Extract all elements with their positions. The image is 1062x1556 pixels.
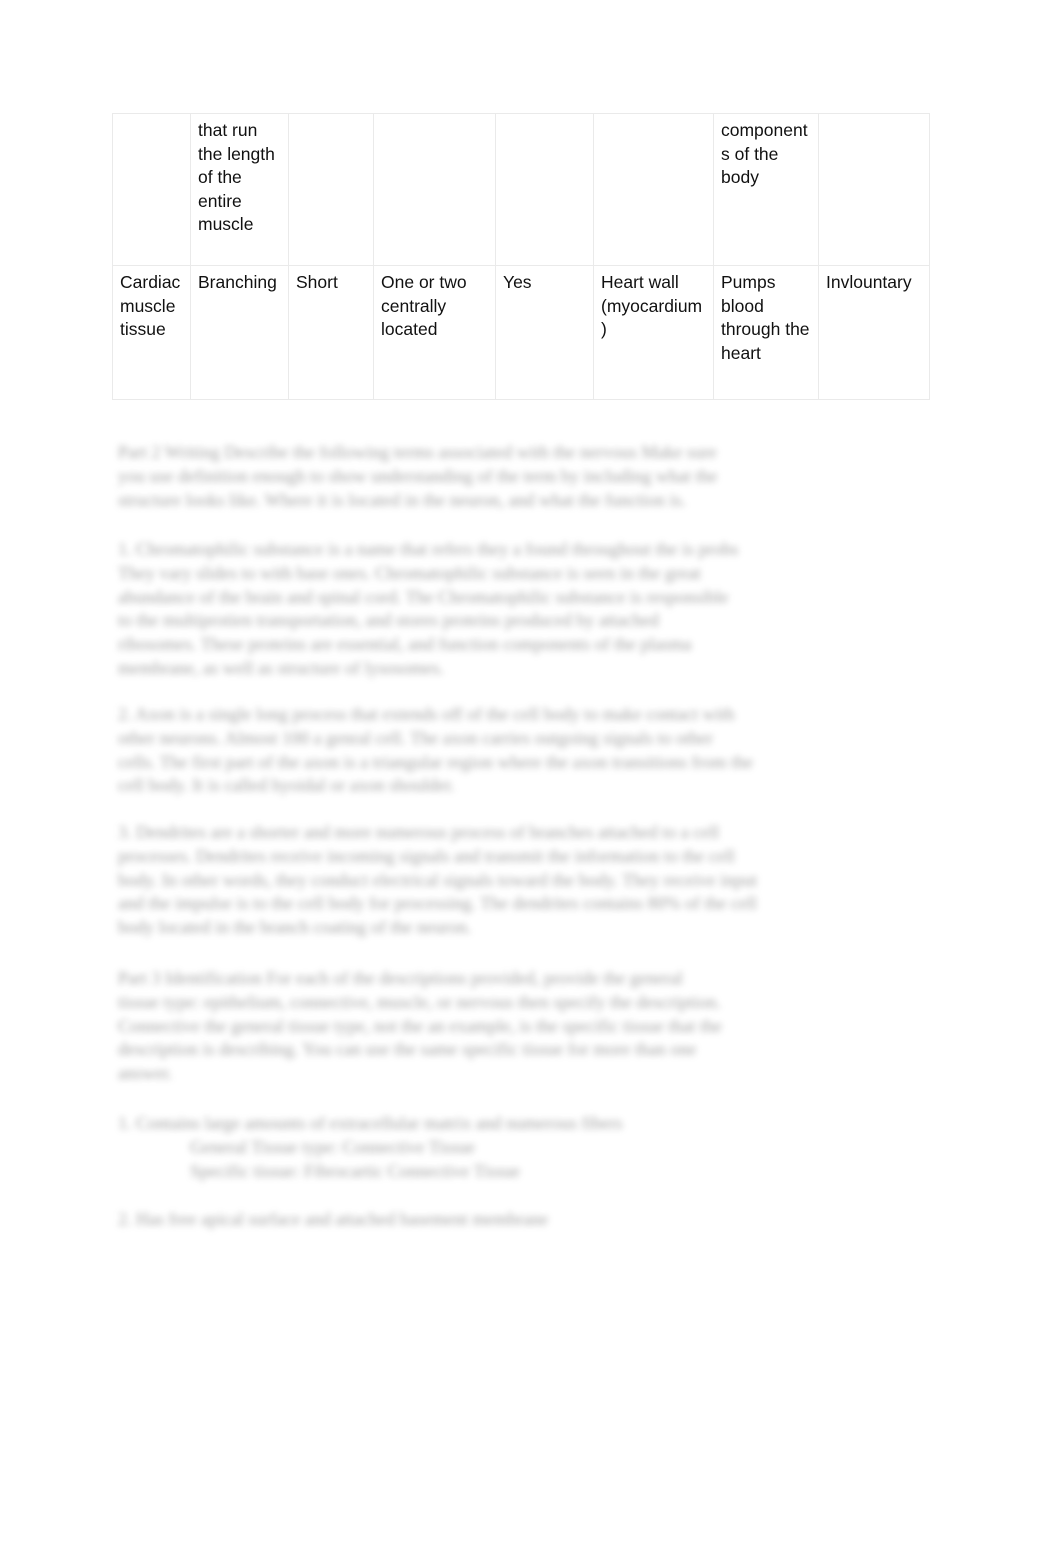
answer-line: and the impulse is to the cell body for … xyxy=(118,893,758,914)
table-cell: Cardiac muscle tissue xyxy=(112,265,191,400)
muscle-tissue-comparison-table: that run the length of the entire muscle… xyxy=(112,113,930,400)
answer-line: They vary slides to with base ones. Chro… xyxy=(118,562,701,583)
answer-line: abundance of the brain and spinal cord. … xyxy=(118,586,729,607)
part3-line: tissue type: epithelium, connective, mus… xyxy=(118,991,721,1012)
table-cell: Short xyxy=(288,265,374,400)
part3-line: answer. xyxy=(118,1063,173,1084)
answer-line: membrane, as well as structure of lysoso… xyxy=(118,657,444,678)
table-cell: that run the length of the entire muscle xyxy=(190,113,289,266)
table-cell: Yes xyxy=(495,265,594,400)
table-cell: components of the body xyxy=(713,113,819,266)
part2-line: Part 2 Writing Describe the following te… xyxy=(118,442,717,462)
table-cell: One or two centrally located xyxy=(373,265,496,400)
part2-section: Part 2 Writing Describe the following te… xyxy=(118,441,908,512)
item-prompt: 1. Contains large amounts of extracellul… xyxy=(118,1113,623,1133)
part3-line: Part 3 Identification For each of the de… xyxy=(118,968,683,988)
table-cell xyxy=(593,113,714,266)
answer-line: body. In other words, they conduct elect… xyxy=(118,869,758,890)
answer-line: cells. The first part of the axon is a t… xyxy=(118,751,753,772)
table-row: that run the length of the entire muscle… xyxy=(112,113,930,266)
question-3-answer: 3. Dendrites are a shorter and more nume… xyxy=(118,821,818,940)
part2-line: structure looks like. Where it is locate… xyxy=(118,489,687,510)
table-cell: Branching xyxy=(190,265,289,400)
answer-line: ribosomes. These proteins are essential,… xyxy=(118,634,692,655)
answer-line: other neurons. Almost 100 a genral cell.… xyxy=(118,727,714,748)
answer-line: to the multiprotien transportation, and … xyxy=(118,610,659,631)
answer-line: body located in the branch coating of th… xyxy=(118,917,472,938)
table-cell xyxy=(818,113,930,266)
answer-line: 2. Axon is a single long process that ex… xyxy=(118,704,735,724)
table-cell: Heart wall (myocardium) xyxy=(593,265,714,400)
part3-line: description is describing. You can use t… xyxy=(118,1039,697,1060)
answer-line: 1. Chromatophilic substance is a name th… xyxy=(118,539,739,559)
part3-line: Connective the general tissue type, not … xyxy=(118,1015,722,1036)
answer-line: cell body. It is called hyoidal or axon … xyxy=(118,775,455,796)
table-row: Cardiac muscle tissue Branching Short On… xyxy=(112,265,930,400)
question-1-answer: 1. Chromatophilic substance is a name th… xyxy=(118,538,860,681)
part3-section: Part 3 Identification For each of the de… xyxy=(118,967,840,1086)
table-cell: Pumps blood through the heart xyxy=(713,265,819,400)
question-2-answer: 2. Axon is a single long process that ex… xyxy=(118,703,860,798)
part2-line: you use definition enough to show unders… xyxy=(118,465,718,486)
table-cell xyxy=(495,113,594,266)
answer-line: processes. Dendrites receive incoming si… xyxy=(118,845,735,866)
table-cell xyxy=(112,113,191,266)
table-cell xyxy=(373,113,496,266)
table-cell xyxy=(288,113,374,266)
item-prompt: 2. Has free apical surface and attached … xyxy=(118,1209,549,1229)
table-cell: Invlountary xyxy=(818,265,930,400)
identification-item-1: 1. Contains large amounts of extracellul… xyxy=(118,1112,718,1183)
document-page: that run the length of the entire muscle… xyxy=(0,0,1062,1556)
item-answer-general: General Tissue type: Connective Tissue xyxy=(190,1136,476,1157)
item-answer-specific: Specific tissue: Fibrocartic Connective … xyxy=(190,1160,520,1181)
identification-item-2: 2. Has free apical surface and attached … xyxy=(118,1208,658,1232)
answer-line: 3. Dendrites are a shorter and more nume… xyxy=(118,822,720,842)
